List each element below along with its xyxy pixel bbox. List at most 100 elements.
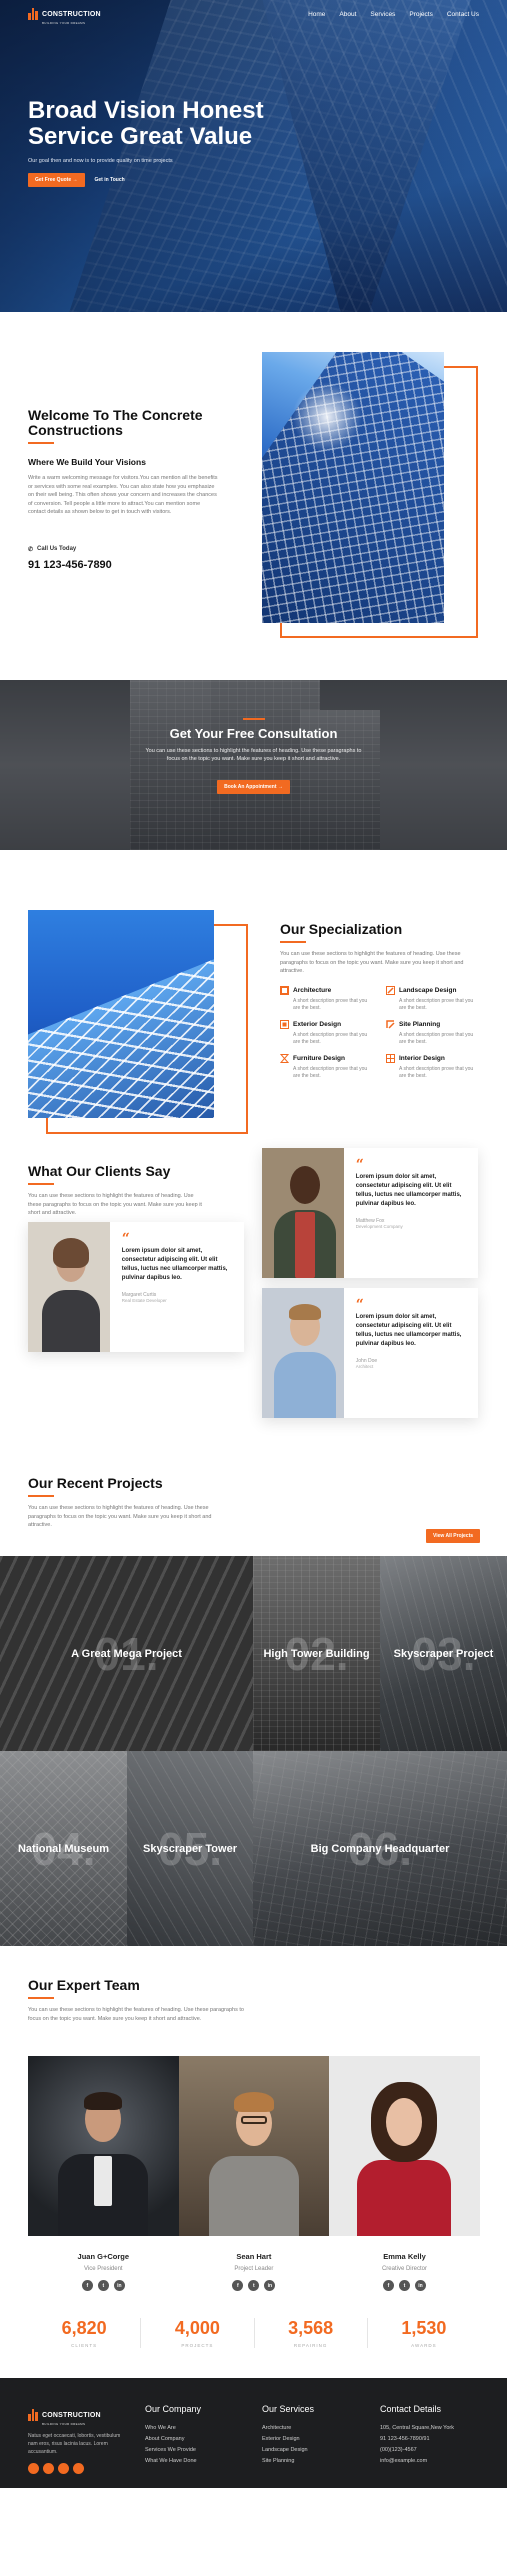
member-name: Juan G+Corge (77, 2252, 130, 2261)
team-section: Our Expert Team You can use these sectio… (0, 1946, 507, 2291)
project-tile[interactable]: 04. National Museum (0, 1751, 127, 1946)
stat-awards: 1,530 AWARDS (401, 2318, 447, 2348)
nav-projects[interactable]: Projects (409, 11, 432, 18)
footer-email[interactable]: info@example.com (380, 2456, 454, 2467)
welcome-building-image (262, 352, 444, 623)
member-role: Creative Director (381, 2266, 427, 2272)
project-title: Skyscraper Project (393, 1647, 494, 1660)
stats-section: 6,820 CLIENTS 4,000 PROJECTS 3,568 REPAI… (0, 2276, 507, 2378)
footer-link[interactable]: Services We Provide (145, 2445, 201, 2456)
spec-item: Site Planning A short description prove … (386, 1019, 480, 1046)
team-member: Emma Kelly Creative Director f t in (329, 2056, 480, 2291)
footer-phone-2[interactable]: (00)(123)-4567 (380, 2445, 454, 2456)
hero-title: Broad Vision Honest Service Great Value (28, 97, 264, 150)
team-member: Juan G+Corge Vice President f t in (28, 2056, 179, 2291)
welcome-title: Welcome To The Concrete Constructions (28, 407, 203, 438)
project-tile[interactable]: 03. Skyscraper Project (380, 1556, 507, 1751)
specialization-section: Our Specialization You can use these sec… (0, 850, 507, 1136)
spec-item: Furniture Design A short description pro… (280, 1053, 374, 1080)
glasses (240, 2116, 267, 2124)
get-in-touch-link[interactable]: Get in Touch (95, 177, 125, 183)
project-tile[interactable]: 06. Big Company Headquarter (253, 1751, 507, 1946)
nav-services[interactable]: Services (370, 11, 395, 18)
footer-logo[interactable]: CONSTRUCTION BUILDING YOUR DREAMS (28, 2404, 128, 2426)
get-free-quote-button[interactable]: Get Free Quote → (28, 173, 85, 187)
project-tile[interactable]: 05. Skyscraper Tower (127, 1751, 253, 1946)
member-role: Vice President (84, 2266, 123, 2272)
interior-icon (386, 1053, 395, 1063)
footer-link[interactable]: Exterior Design (262, 2434, 314, 2445)
testimonials-title: What Our Clients Say (28, 1163, 171, 1179)
nav-home[interactable]: Home (308, 11, 325, 18)
welcome-section: Welcome To The Concrete Constructions Wh… (0, 312, 507, 680)
projects-body: You can use these sections to highlight … (28, 1505, 212, 1528)
client-photo (262, 1148, 344, 1278)
footer-about: Natus eget occaecati, lobortis, vestibul… (28, 2433, 121, 2455)
architecture-icon (280, 985, 289, 995)
twitter-icon[interactable] (43, 2463, 54, 2474)
consultation-section: Get Your Free Consultation You can use t… (0, 680, 507, 850)
footer-services-title: Our Services (262, 2404, 315, 2414)
project-tile[interactable]: 02. High Tower Building (253, 1556, 380, 1751)
project-title: National Museum (17, 1842, 110, 1855)
footer-link[interactable]: Landscape Design (262, 2445, 314, 2456)
specialization-list: Architecture A short description prove t… (280, 985, 480, 1080)
book-appointment-button[interactable]: Book An Appointment → (217, 780, 290, 794)
specialization-building-image (28, 910, 214, 1118)
member-name: Sean Hart (236, 2252, 272, 2261)
quote-icon: “ (121, 1231, 130, 1247)
team-members: Juan G+Corge Vice President f t in Sean … (28, 2056, 480, 2291)
arrow-right-icon: → (277, 784, 283, 790)
welcome-subtitle: Where We Build Your Visions (28, 457, 146, 467)
arrow-right-icon: → (72, 177, 78, 183)
hourglass-icon (280, 1053, 289, 1063)
projects-title: Our Recent Projects (28, 1475, 163, 1491)
consultation-title: Get Your Free Consultation (169, 726, 338, 741)
spec-item: Landscape Design A short description pro… (386, 985, 480, 1012)
consultation-body: You can use these sections to highlight … (145, 748, 362, 762)
title-underline (28, 442, 54, 444)
client-photo (28, 1222, 110, 1352)
youtube-icon[interactable] (73, 2463, 84, 2474)
footer-link[interactable]: Who We Are (145, 2423, 201, 2434)
testimonials-body: You can use these sections to highlight … (28, 1193, 202, 1216)
nav-about[interactable]: About (339, 11, 356, 18)
hero-section: CONSTRUCTION BUILDING YOUR DREAMS Home A… (0, 0, 507, 312)
stat-projects: 4,000 PROJECTS (141, 2318, 255, 2348)
footer-link[interactable]: About Company (145, 2434, 201, 2445)
project-tile[interactable]: 01. A Great Mega Project (0, 1556, 253, 1751)
testimonial-card: “ Lorem ipsum dolor sit amet, consectetu… (28, 1222, 244, 1352)
member-photo (178, 2056, 330, 2236)
team-member: Sean Hart Project Leader f t in (178, 2056, 330, 2291)
facebook-icon[interactable] (28, 2463, 39, 2474)
team-body: You can use these sections to highlight … (28, 2007, 244, 2022)
spec-item: Interior Design A short description prov… (386, 1053, 480, 1080)
testimonial-card: “ Lorem ipsum dolor sit amet, consectetu… (262, 1148, 478, 1278)
logo[interactable]: CONSTRUCTION BUILDING YOUR DREAMS (28, 3, 101, 25)
projects-grid: 01. A Great Mega Project 02. High Tower … (0, 1556, 507, 1946)
logo-icon (28, 2409, 39, 2421)
member-name: Emma Kelly (383, 2252, 426, 2261)
footer-link[interactable]: Architecture (262, 2423, 314, 2434)
spec-item: Architecture A short description prove t… (280, 985, 374, 1012)
project-title: A Great Mega Project (71, 1647, 182, 1660)
nav-links: Home About Services Projects Contact Us (308, 11, 479, 18)
instagram-icon[interactable] (58, 2463, 69, 2474)
logo-text: CONSTRUCTION (42, 11, 101, 18)
client-photo (262, 1288, 344, 1418)
logo-icon (28, 8, 39, 20)
logo-tagline: BUILDING YOUR DREAMS (42, 21, 86, 25)
footer-link[interactable]: What We Have Done (145, 2456, 201, 2467)
quote-icon: “ (355, 1297, 364, 1313)
footer-link[interactable]: Site Planning (262, 2456, 314, 2467)
nav-contact[interactable]: Contact Us (447, 11, 479, 18)
pencil-ruler-icon (386, 985, 395, 995)
spec-item: Exterior Design A short description prov… (280, 1019, 374, 1046)
footer-phone[interactable]: 91 123-456-7890/91 (380, 2434, 454, 2445)
view-all-projects-button[interactable]: View All Projects (426, 1529, 481, 1543)
member-photo (28, 2056, 179, 2236)
phone-number[interactable]: 91 123-456-7890 (28, 559, 218, 571)
footer-company-title: Our Company (145, 2404, 202, 2414)
hero-content: Broad Vision Honest Service Great Value … (28, 98, 268, 187)
call-label: Call Us Today (37, 546, 77, 552)
